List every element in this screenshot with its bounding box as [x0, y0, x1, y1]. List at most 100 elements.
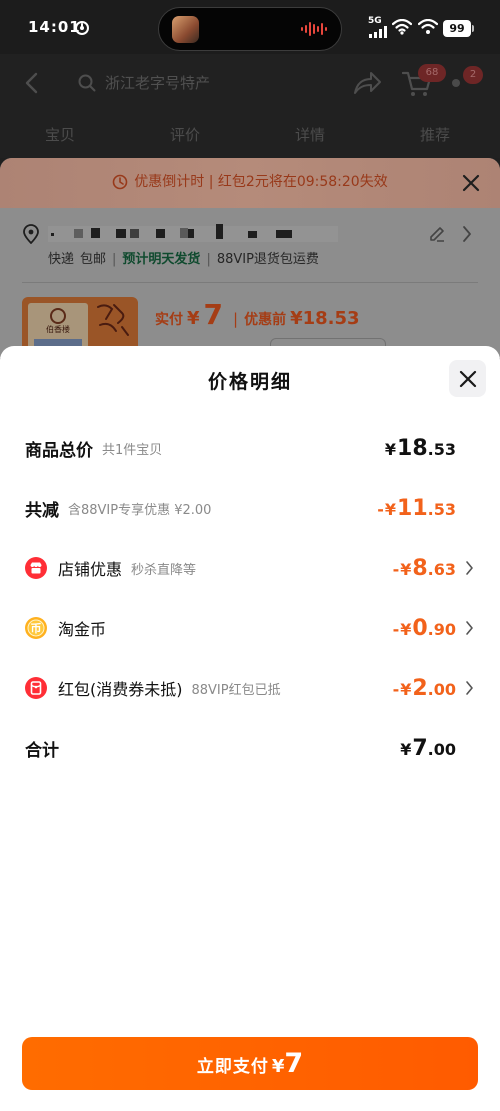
- cart-badge: 68: [418, 64, 446, 82]
- currency-symbol: ¥: [400, 679, 412, 699]
- paid-label: 实付: [155, 312, 183, 328]
- price-row-amount: ¥18.53: [385, 436, 456, 461]
- paid-amount: 7: [203, 298, 224, 331]
- countdown-notice: 优惠倒计时 | 红包2元将在09:58:20失效: [0, 172, 500, 192]
- price-detail-sheet: 价格明细 商品总价 共1件宝贝 ¥18.53 共减 含88VIP专享优惠 ¥2.…: [0, 346, 500, 1111]
- chevron-right-icon: [465, 560, 474, 576]
- sheet-title: 价格明细: [207, 371, 292, 393]
- original-price: ¥18.53: [290, 308, 360, 329]
- price-row-grand-total: 合计 ¥7.00: [0, 718, 500, 778]
- share-icon[interactable]: [352, 70, 382, 96]
- tab-reviews[interactable]: 评价: [145, 125, 225, 145]
- pay-button-amount: 7: [284, 1048, 304, 1079]
- address-mask-block: [180, 228, 188, 238]
- status-time: 14:01: [28, 18, 81, 36]
- price-row-label: 店铺优惠: [58, 560, 123, 579]
- currency-symbol: ¥: [384, 499, 397, 519]
- red-packet-icon: [25, 677, 47, 699]
- address-mask-block: [248, 231, 257, 238]
- address-mask-block: [74, 229, 83, 238]
- address-mask-block: [91, 228, 100, 238]
- media-thumbnail: [172, 16, 199, 43]
- price-row-note: 秒杀直降等: [131, 562, 197, 578]
- search-icon: [78, 74, 96, 92]
- address-mask-block: [156, 229, 165, 238]
- wifi-secondary-icon: [418, 19, 438, 35]
- countdown-text: 优惠倒计时 | 红包2元将在09:58:20失效: [134, 174, 388, 190]
- search-bar[interactable]: 浙江老字号特产: [74, 66, 334, 100]
- ship-estimate: 预计明天发货: [122, 252, 201, 267]
- shipping-address[interactable]: [0, 220, 500, 248]
- minus-sign: -: [392, 559, 400, 579]
- order-confirm-sheet: 优惠倒计时 | 红包2元将在09:58:20失效 快递 包邮 | 预计明天发货 …: [0, 158, 500, 358]
- pay-now-button[interactable]: 立即支付 ¥ 7: [22, 1037, 478, 1090]
- calligraphy-decoration: [92, 301, 134, 341]
- currency-symbol: ¥: [400, 739, 412, 759]
- more-icon[interactable]: [452, 79, 460, 87]
- pay-button-content: 立即支付 ¥ 7: [197, 1048, 303, 1079]
- activity-ring-icon: [74, 20, 90, 36]
- currency-symbol: ¥: [400, 559, 412, 579]
- pay-button-label: 立即支付: [196, 1057, 269, 1077]
- location-pin-icon: [22, 224, 40, 244]
- currency-symbol: ¥: [384, 439, 397, 459]
- price-row-note: 88VIP红包已抵: [191, 682, 281, 698]
- product-brand: 伯香楼: [46, 325, 70, 334]
- countdown-banner: 优惠倒计时 | 红包2元将在09:58:20失效: [0, 158, 500, 208]
- tab-item[interactable]: 宝贝: [20, 125, 100, 145]
- address-mask-block: [51, 233, 54, 236]
- amount-integer: 11: [397, 495, 428, 521]
- coin-icon-glyph: 币: [31, 622, 42, 635]
- separator: |: [233, 310, 239, 328]
- tab-recommend[interactable]: 推荐: [395, 125, 475, 145]
- amount-decimal: .00: [427, 679, 456, 699]
- more-badge: 2: [463, 66, 483, 84]
- address-mask-block: [130, 229, 139, 238]
- order-price-summary: 实付 ¥ 7 | 优惠前 ¥18.53: [155, 298, 360, 337]
- price-row-taobao-coins[interactable]: 币 淘金币 - ¥0.90: [0, 598, 500, 658]
- amount-decimal: .63: [427, 559, 456, 579]
- dynamic-island[interactable]: [158, 7, 342, 51]
- tab-details[interactable]: 详情: [270, 125, 350, 145]
- price-row-amount: - ¥8.63: [393, 556, 456, 581]
- battery-icon: 99: [443, 20, 471, 37]
- amount-integer: 18: [397, 435, 428, 461]
- price-row-total-discount: 共减 含88VIP专享优惠 ¥2.00 - ¥11.53: [0, 478, 500, 538]
- separator: |: [112, 252, 117, 267]
- price-detail-list: 商品总价 共1件宝贝 ¥18.53 共减 含88VIP专享优惠 ¥2.00 - ¥…: [0, 418, 500, 778]
- price-row-label: 共减: [25, 500, 59, 521]
- minus-sign: -: [377, 499, 384, 519]
- network-type: 5G: [368, 16, 382, 26]
- price-row-amount: - ¥0.90: [393, 616, 456, 641]
- chevron-right-icon: [465, 620, 474, 636]
- product-tabs: 宝贝 评价 详情 推荐: [0, 112, 500, 158]
- battery-tip: [472, 25, 474, 32]
- amount-decimal: .53: [427, 499, 456, 519]
- amount-decimal: .90: [427, 619, 456, 639]
- amount-integer: 7: [412, 735, 428, 761]
- amount-integer: 0: [412, 615, 428, 641]
- chevron-right-icon: [465, 680, 474, 696]
- price-row-note: 含88VIP专享优惠 ¥2.00: [68, 502, 212, 518]
- back-icon[interactable]: [24, 72, 40, 94]
- product-page-header: 浙江老字号特产 68 2 宝贝 评价 详情 推荐: [0, 54, 500, 158]
- price-row-goods-total: 商品总价 共1件宝贝 ¥18.53: [0, 418, 500, 478]
- paid-currency: ¥: [187, 308, 200, 329]
- close-icon[interactable]: [461, 173, 481, 193]
- close-icon: [459, 370, 477, 388]
- price-row-label: 红包(消费券未抵): [58, 680, 183, 699]
- address-mask-block: [276, 230, 292, 238]
- edit-icon[interactable]: [428, 225, 446, 243]
- delivery-method: 快递: [48, 252, 75, 267]
- price-row-shop-discount[interactable]: 店铺优惠 秒杀直降等 - ¥8.63: [0, 538, 500, 598]
- minus-sign: -: [392, 619, 400, 639]
- amount-integer: 2: [412, 675, 428, 701]
- currency-symbol: ¥: [400, 619, 412, 639]
- close-button[interactable]: [449, 360, 486, 397]
- price-row-red-packet[interactable]: 红包(消费券未抵) 88VIP红包已抵 - ¥2.00: [0, 658, 500, 718]
- chevron-right-icon: [462, 225, 472, 243]
- amount-decimal: .00: [427, 739, 456, 759]
- amount-decimal: .53: [427, 439, 456, 459]
- amount-integer: 8: [412, 555, 428, 581]
- price-row-note: 共1件宝贝: [102, 442, 163, 458]
